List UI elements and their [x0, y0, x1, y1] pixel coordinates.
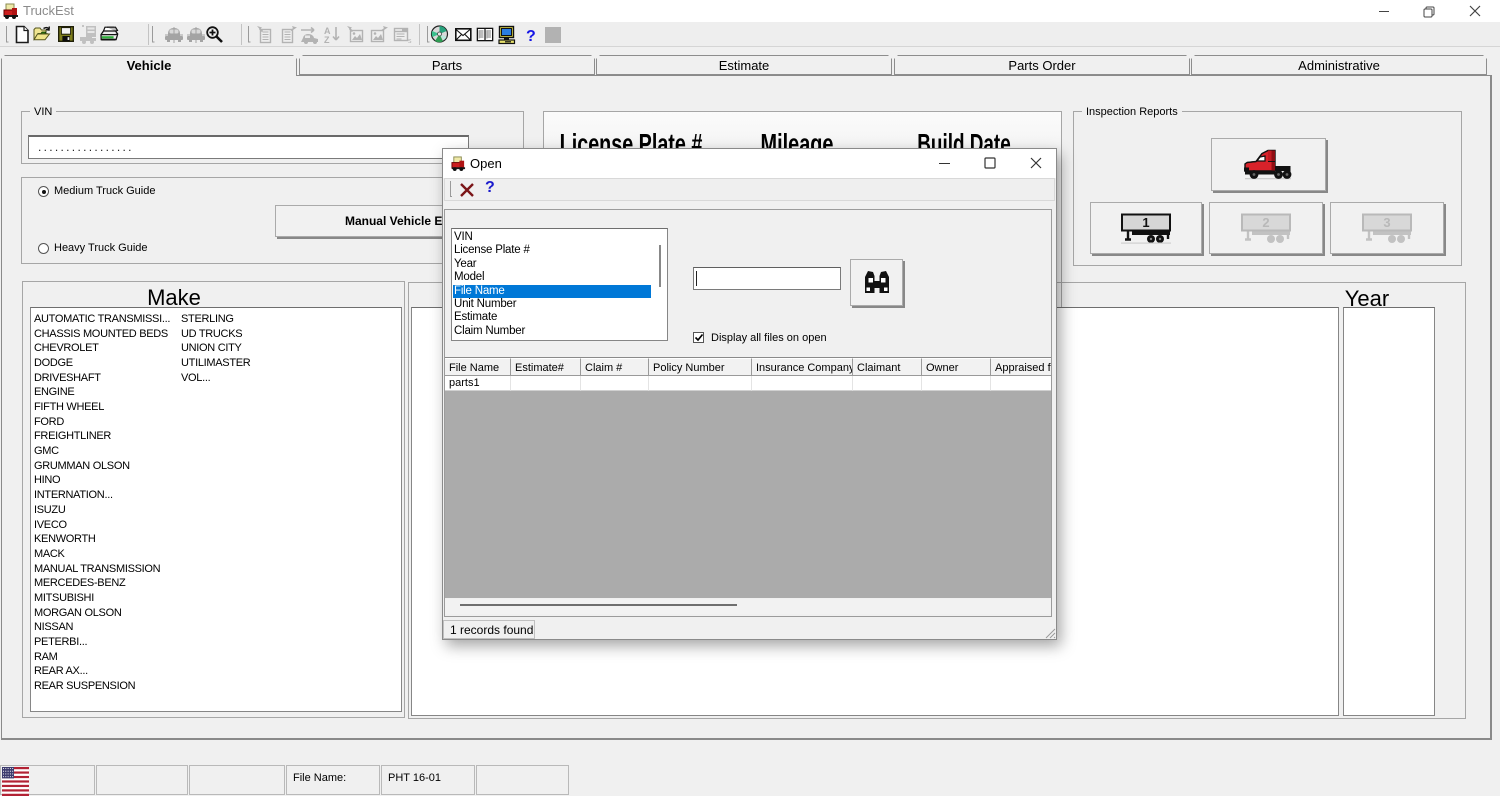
- svg-text:1: 1: [1142, 215, 1149, 230]
- svg-text:2: 2: [1262, 215, 1269, 230]
- svg-text:3: 3: [1383, 215, 1390, 230]
- svg-text:Z: Z: [324, 35, 330, 45]
- svg-text:?: ?: [526, 28, 536, 45]
- svg-text:s: s: [408, 38, 412, 45]
